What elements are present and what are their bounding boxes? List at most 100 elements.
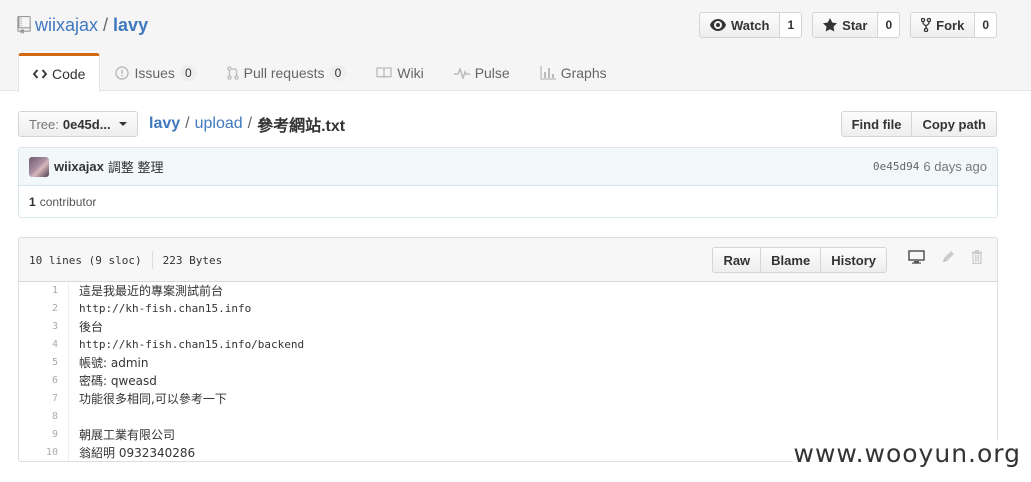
fork-icon <box>921 18 932 32</box>
breadcrumb-folder-link[interactable]: upload <box>195 115 243 133</box>
tab-issues[interactable]: Issues 0 <box>100 53 211 91</box>
file-info: 10 lines (9 sloc) 223 Bytes <box>29 238 222 282</box>
book-icon <box>376 66 392 79</box>
pencil-icon[interactable] <box>941 250 955 264</box>
issue-icon <box>115 65 130 80</box>
repo-name-link[interactable]: lavy <box>113 15 148 36</box>
code-icon <box>33 69 47 79</box>
code-line: 6 密碼: qweasd <box>19 372 997 390</box>
line-number[interactable]: 5 <box>19 354 69 372</box>
tab-pulse-label: Pulse <box>474 64 510 81</box>
contributors-line[interactable]: 1 contributor <box>19 186 997 217</box>
fork-group: Fork 0 <box>910 12 997 38</box>
watermark: www.wooyun.org <box>791 439 1023 468</box>
path-separator: / <box>103 14 109 35</box>
watch-button[interactable]: Watch <box>698 12 781 38</box>
line-number[interactable]: 9 <box>19 426 69 444</box>
repo-owner-link[interactable]: wiixajax <box>35 15 98 36</box>
branch-select-button[interactable]: Tree: 0e45d... <box>18 111 138 137</box>
tab-code[interactable]: Code <box>18 53 101 92</box>
repo-header: wiixajax / lavy Watch 1 Star 0 Fork 0 Co… <box>0 0 1031 92</box>
repo-icon <box>17 16 31 34</box>
history-button[interactable]: History <box>821 247 887 273</box>
repo-actions: Watch 1 Star 0 Fork 0 <box>689 12 997 38</box>
line-number[interactable]: 1 <box>19 282 69 300</box>
trash-icon[interactable] <box>971 250 983 264</box>
pulse-icon <box>453 66 470 79</box>
line-code: 帳號: admin <box>79 356 149 370</box>
file-navigation: Tree: 0e45d... lavy / upload / 參考網站.txt … <box>18 111 997 137</box>
contributors-label: contributor <box>39 194 97 209</box>
line-number[interactable]: 10 <box>19 444 69 461</box>
file-header: 10 lines (9 sloc) 223 Bytes Raw Blame Hi… <box>19 238 997 282</box>
code-line: 7 功能很多相同,可以參考一下 <box>19 390 997 408</box>
star-label: Star <box>842 17 868 33</box>
star-button[interactable]: Star <box>812 12 879 38</box>
watch-group: Watch 1 <box>698 12 803 38</box>
file-info-divider <box>151 251 153 269</box>
code-line: 1 這是我最近的專案測試前台 <box>19 282 997 300</box>
file-size: 223 Bytes <box>162 253 223 267</box>
file-lines-info: 10 lines (9 sloc) <box>29 253 142 267</box>
line-number[interactable]: 4 <box>19 336 69 354</box>
watch-count[interactable]: 1 <box>780 12 803 38</box>
code-line: 2 http://kh-fish.chan15.info <box>19 300 997 318</box>
commit-tease: wiixajax 調整 整理 0e45d94 6 days ago <box>19 148 997 186</box>
tab-pulse[interactable]: Pulse <box>439 53 525 91</box>
star-icon <box>823 18 838 32</box>
line-code <box>69 408 79 426</box>
fork-count[interactable]: 0 <box>975 12 997 38</box>
line-number[interactable]: 2 <box>19 300 69 318</box>
commit-sha-link[interactable]: 0e45d94 <box>873 160 919 173</box>
tab-graphs-label: Graphs <box>560 64 607 81</box>
star-count[interactable]: 0 <box>878 12 901 38</box>
line-code: http://kh-fish.chan15.info <box>79 302 252 315</box>
commit-info-box: wiixajax 調整 整理 0e45d94 6 days ago 1 cont… <box>18 147 998 218</box>
tree-label: Tree: <box>29 116 59 132</box>
blame-button[interactable]: Blame <box>761 247 822 273</box>
line-number[interactable]: 3 <box>19 318 69 336</box>
tab-wiki-label: Wiki <box>397 64 424 81</box>
line-number[interactable]: 7 <box>19 390 69 408</box>
code-line: 8 <box>19 408 997 426</box>
code-line: 4 http://kh-fish.chan15.info/backend <box>19 336 997 354</box>
avatar[interactable] <box>29 156 49 177</box>
watch-label: Watch <box>730 17 770 33</box>
commit-author-link[interactable]: wiixajax <box>54 159 104 174</box>
file-view-buttons: Raw Blame History <box>712 247 887 273</box>
eye-icon <box>709 19 726 31</box>
file-content: 1 這是我最近的專案測試前台 2 http://kh-fish.chan15.info… <box>19 282 997 461</box>
graph-icon <box>540 65 556 80</box>
line-code: 密碼: qweasd <box>79 374 157 388</box>
line-code: http://kh-fish.chan15.info/backend <box>79 338 305 351</box>
tab-issues-label: Issues <box>134 64 175 81</box>
breadcrumb-file-name: 參考網站.txt <box>257 118 346 135</box>
commit-meta: 0e45d94 6 days ago <box>873 159 987 174</box>
breadcrumb-root-link[interactable]: lavy <box>149 115 180 133</box>
tab-graphs[interactable]: Graphs <box>525 53 622 91</box>
code-line: 5 帳號: admin <box>19 354 997 372</box>
find-file-button[interactable]: Find file <box>840 111 913 137</box>
tab-pull-requests[interactable]: Pull requests 0 <box>212 53 362 91</box>
issues-counter: 0 <box>179 64 197 81</box>
tab-pull-requests-label: Pull requests <box>243 64 325 81</box>
copy-path-button[interactable]: Copy path <box>912 111 997 137</box>
code-line: 3 後台 <box>19 318 997 336</box>
commit-message-link[interactable]: 調整 整理 <box>108 157 164 176</box>
file-actions: Find file Copy path <box>840 111 997 137</box>
contributors-count: 1 <box>29 194 36 209</box>
tree-value: 0e45d... <box>62 116 111 132</box>
pull-request-icon <box>226 65 239 80</box>
tab-wiki[interactable]: Wiki <box>361 53 438 91</box>
breadcrumb: lavy / upload / 參考網站.txt <box>149 111 345 137</box>
caret-down-icon <box>118 122 127 126</box>
line-number[interactable]: 6 <box>19 372 69 390</box>
file-icon-actions <box>908 250 983 264</box>
desktop-icon[interactable] <box>908 250 925 264</box>
raw-button[interactable]: Raw <box>712 247 762 273</box>
line-code: 翁紹明 0932340286 <box>79 446 196 460</box>
line-number[interactable]: 8 <box>19 408 69 426</box>
file-box: 10 lines (9 sloc) 223 Bytes Raw Blame Hi… <box>18 237 998 462</box>
fork-button[interactable]: Fork <box>910 12 976 38</box>
tab-code-label: Code <box>52 66 86 82</box>
